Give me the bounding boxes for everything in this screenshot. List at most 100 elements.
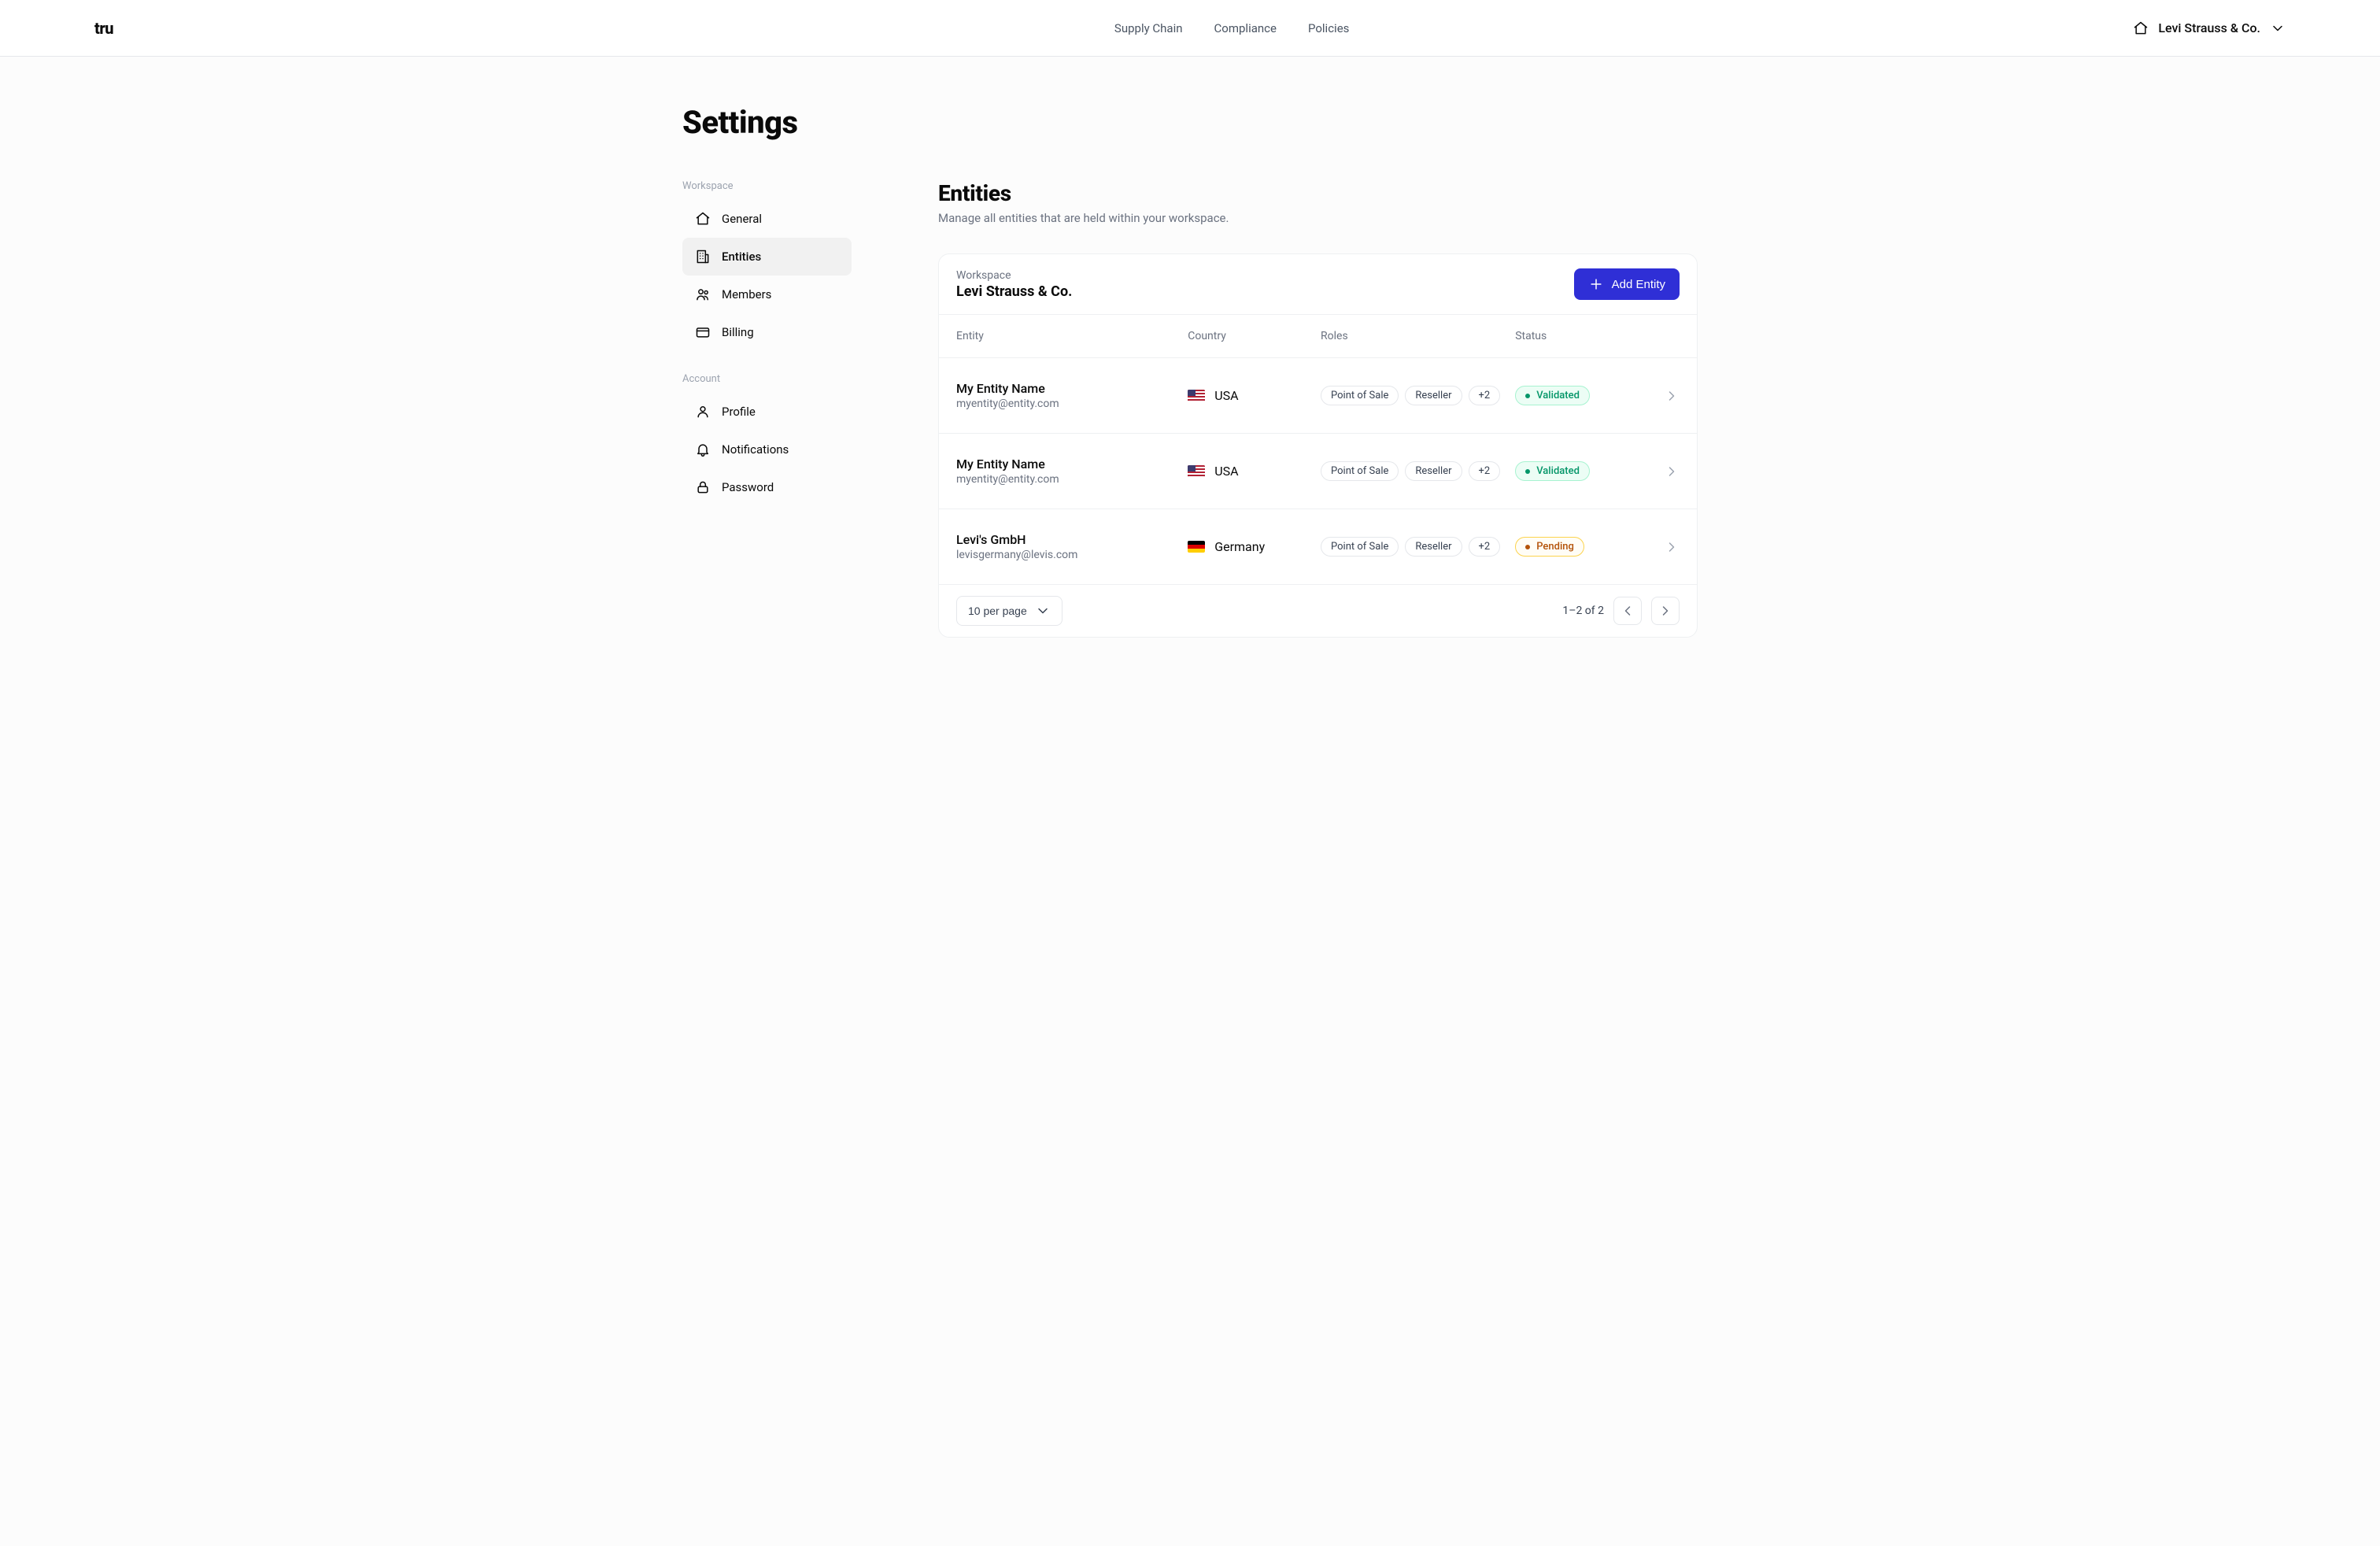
add-entity-label: Add Entity [1612, 278, 1665, 291]
status-text: Validated [1536, 390, 1580, 401]
country-name: USA [1214, 388, 1238, 403]
status-badge: Validated [1515, 386, 1590, 405]
page-range: 1–2 of 2 [1562, 605, 1604, 617]
chevron-down-icon [1035, 603, 1051, 619]
status-dot-icon [1525, 469, 1530, 474]
card-icon [695, 324, 711, 340]
status-badge: Pending [1515, 537, 1584, 557]
chevron-right-icon [1664, 464, 1680, 479]
flag-icon [1188, 541, 1205, 553]
flag-icon [1188, 465, 1205, 477]
status-dot-icon [1525, 394, 1530, 398]
table-row[interactable]: My Entity Name myentity@entity.com USA Poin… [939, 358, 1697, 434]
role-chip: Reseller [1405, 537, 1462, 557]
table-row[interactable]: My Entity Namemyentity@entity.comUSAPoin… [939, 434, 1697, 509]
prev-page-button[interactable] [1613, 597, 1642, 625]
nav-supply-chain[interactable]: Supply Chain [1114, 21, 1183, 35]
main-content: Entities Manage all entities that are he… [938, 180, 1698, 638]
org-switcher[interactable]: Levi Strauss & Co. [2133, 20, 2286, 36]
entity-name: My Entity Name [956, 457, 1178, 472]
table-head: Entity Country Roles Status [939, 314, 1697, 358]
side-section-account: Account [682, 373, 852, 385]
sidebar-item-label: Password [722, 480, 774, 494]
bell-icon [695, 442, 711, 457]
chevron-right-icon [1664, 539, 1680, 555]
nav-center: Supply Chain Compliance Policies [331, 21, 2133, 35]
col-entity: Entity [956, 330, 1178, 342]
chevron-right-icon [1658, 603, 1673, 619]
table-row[interactable]: Levi's GmbHlevisgermany@levis.comGermany… [939, 509, 1697, 585]
sidebar-item-members[interactable]: Members [682, 276, 852, 313]
sidebar-item-billing[interactable]: Billing [682, 313, 852, 351]
sidebar-item-label: Entities [722, 250, 761, 264]
add-entity-button[interactable]: Add Entity [1574, 268, 1680, 300]
col-status: Status [1515, 330, 1639, 342]
country-cell: USA [1188, 464, 1311, 479]
country-cell: Germany [1188, 539, 1311, 554]
status-cell: Pending [1515, 537, 1639, 557]
chevron-left-icon [1620, 603, 1635, 619]
row-caret [1648, 539, 1680, 555]
status-text: Pending [1536, 541, 1574, 553]
side-section-workspace: Workspace [682, 180, 852, 192]
status-text: Validated [1536, 465, 1580, 477]
col-roles: Roles [1321, 330, 1506, 342]
roles-cell: Point of Sale Reseller +2 [1321, 537, 1506, 557]
home-icon [2133, 20, 2149, 36]
settings-sidebar: Workspace General Entities Members Billi… [682, 180, 852, 638]
sidebar-item-entities[interactable]: Entities [682, 238, 852, 276]
sidebar-item-general[interactable]: General [682, 200, 852, 238]
role-chip: Reseller [1405, 461, 1462, 481]
flag-icon [1188, 390, 1205, 401]
sidebar-item-label: Notifications [722, 442, 789, 457]
user-icon [695, 404, 711, 420]
row-caret [1648, 464, 1680, 479]
country-name: USA [1214, 464, 1238, 479]
per-page-label: 10 per page [968, 605, 1027, 617]
home-icon [695, 211, 711, 227]
section-title: Entities [938, 180, 1698, 206]
sidebar-item-label: General [722, 212, 762, 226]
role-chip: Reseller [1405, 386, 1462, 405]
status-cell: Validated [1515, 386, 1639, 405]
sidebar-item-label: Members [722, 287, 771, 301]
lock-icon [695, 479, 711, 495]
country-name: Germany [1214, 539, 1265, 554]
users-icon [695, 287, 711, 302]
top-nav: tru Supply Chain Compliance Policies Lev… [0, 0, 2380, 57]
sidebar-item-label: Profile [722, 405, 756, 419]
nav-compliance[interactable]: Compliance [1214, 21, 1277, 35]
nav-policies[interactable]: Policies [1308, 21, 1349, 35]
org-name: Levi Strauss & Co. [2158, 20, 2260, 35]
building-icon [695, 249, 711, 264]
entity-email: myentity@entity.com [956, 398, 1178, 410]
roles-cell: Point of Sale Reseller +2 [1321, 386, 1506, 405]
role-extra-chip: +2 [1469, 537, 1501, 557]
roles-cell: Point of SaleReseller+2 [1321, 461, 1506, 481]
role-extra-chip: +2 [1469, 386, 1501, 405]
status-dot-icon [1525, 545, 1530, 549]
section-subtitle: Manage all entities that are held within… [938, 211, 1698, 225]
sidebar-item-label: Billing [722, 325, 754, 339]
entity-email: levisgermany@levis.com [956, 549, 1178, 561]
entities-card: Workspace Levi Strauss & Co. Add Entity … [938, 253, 1698, 638]
entity-name: My Entity Name [956, 381, 1178, 396]
role-chip: Point of Sale [1321, 537, 1399, 557]
page-title: Settings [682, 104, 1698, 141]
per-page-select[interactable]: 10 per page [956, 596, 1062, 626]
role-extra-chip: +2 [1469, 461, 1501, 481]
workspace-label: Workspace [956, 269, 1072, 282]
col-country: Country [1188, 330, 1311, 342]
chevron-right-icon [1664, 388, 1680, 404]
role-chip: Point of Sale [1321, 386, 1399, 405]
chevron-down-icon [2270, 20, 2286, 36]
next-page-button[interactable] [1651, 597, 1680, 625]
sidebar-item-password[interactable]: Password [682, 468, 852, 506]
sidebar-item-notifications[interactable]: Notifications [682, 431, 852, 468]
sidebar-item-profile[interactable]: Profile [682, 393, 852, 431]
plus-icon [1588, 276, 1604, 292]
status-badge: Validated [1515, 461, 1590, 481]
pager: 1–2 of 2 [1562, 597, 1680, 625]
entity-email: myentity@entity.com [956, 473, 1178, 486]
workspace-name: Levi Strauss & Co. [956, 283, 1072, 300]
